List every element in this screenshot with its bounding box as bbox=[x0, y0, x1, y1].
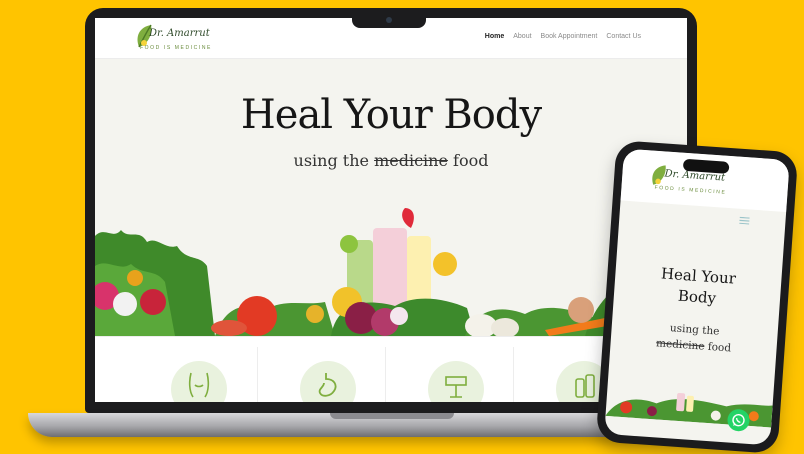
phone-frame: Dr. Amarrut FOOD IS MEDICINE Heal Your B… bbox=[595, 140, 799, 454]
main-nav: Home About Book Appointment Contact Us bbox=[485, 33, 641, 40]
laptop-notch bbox=[352, 14, 426, 28]
body-icon bbox=[188, 372, 210, 398]
hero-subtitle-prefix: using the bbox=[293, 151, 369, 170]
site-logo[interactable]: Dr. Amarrut FOOD IS MEDICINE bbox=[133, 23, 243, 55]
hero-title: Heal Your Body bbox=[240, 92, 542, 138]
mobile-hero-title: Heal Your Body bbox=[613, 260, 782, 313]
mobile-brand-tagline: FOOD IS MEDICINE bbox=[654, 184, 727, 196]
whatsapp-chat-button[interactable] bbox=[726, 408, 751, 432]
hero-subtitle-suffix: food bbox=[453, 151, 489, 170]
feature-icon-circle bbox=[300, 361, 356, 402]
hamburger-menu-icon[interactable] bbox=[739, 216, 750, 225]
stomach-icon bbox=[318, 373, 337, 397]
sign-icon bbox=[445, 376, 467, 398]
feature-card[interactable] bbox=[385, 347, 514, 402]
mobile-sub-suffix: food bbox=[707, 340, 732, 355]
mobile-header: Dr. Amarrut FOOD IS MEDICINE bbox=[620, 148, 790, 213]
hero-subtitle: using the medicine food bbox=[95, 151, 687, 170]
hero-vegetables-image bbox=[95, 208, 687, 336]
brand-tagline: FOOD IS MEDICINE bbox=[140, 45, 212, 51]
hero-subtitle-struck: medicine bbox=[374, 151, 448, 170]
nav-book-appointment[interactable]: Book Appointment bbox=[541, 33, 598, 40]
whatsapp-icon bbox=[732, 413, 745, 427]
laptop-base-groove bbox=[330, 413, 454, 419]
nav-contact-us[interactable]: Contact Us bbox=[606, 33, 641, 40]
mobile-sub-struck: medicine bbox=[655, 337, 705, 353]
nav-home[interactable]: Home bbox=[485, 33, 504, 40]
nav-about[interactable]: About bbox=[513, 33, 531, 40]
laptop-screen: Dr. Amarrut FOOD IS MEDICINE Home About … bbox=[95, 18, 687, 402]
feature-card[interactable] bbox=[129, 347, 257, 402]
feature-icon-circle bbox=[428, 361, 484, 402]
brand-name: Dr. Amarrut bbox=[149, 28, 210, 39]
feature-icon-circle bbox=[171, 361, 227, 402]
feature-card[interactable] bbox=[257, 347, 386, 402]
phone-screen: Dr. Amarrut FOOD IS MEDICINE Heal Your B… bbox=[604, 148, 790, 446]
bottle-icon bbox=[575, 374, 595, 398]
mobile-hero-subtitle: using the medicine food bbox=[610, 316, 778, 360]
